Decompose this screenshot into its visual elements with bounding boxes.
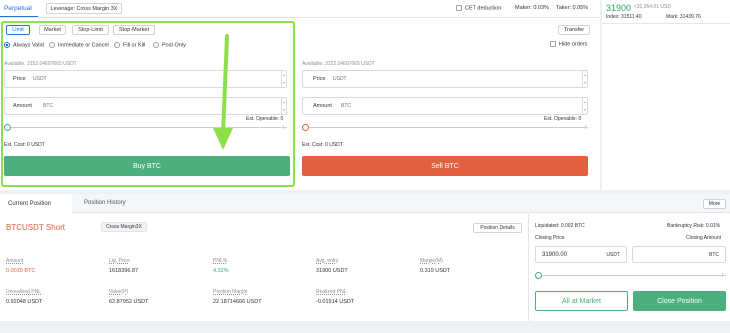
sell-slider-track[interactable] bbox=[306, 127, 588, 128]
position-field-label: Position Margin bbox=[213, 289, 248, 295]
more-label: More bbox=[708, 201, 721, 207]
position-field-label: Unrealized PNL bbox=[6, 289, 42, 295]
close-slider-handle[interactable] bbox=[535, 272, 542, 279]
sell-amount-input[interactable] bbox=[341, 98, 582, 114]
sell-available: Available: 3152.04607665 USDT bbox=[302, 61, 375, 67]
position-field-label: Avg. entry bbox=[316, 258, 339, 264]
position-field-value: 0.0020 BTC bbox=[6, 268, 36, 274]
sell-price-field[interactable]: Price ▲▼ bbox=[302, 70, 588, 88]
tab-current-position-label: Current Position bbox=[8, 200, 52, 207]
ticker-divider bbox=[602, 23, 730, 24]
closing-amount-label: Closing Amount bbox=[686, 235, 722, 241]
position-field-value: 0.319 USDT bbox=[420, 268, 451, 274]
sell-slider-handle[interactable] bbox=[302, 124, 309, 131]
arrow-down-icon bbox=[213, 34, 233, 150]
closing-price-label: Closing Price bbox=[535, 235, 565, 241]
cet-deduction[interactable]: CET deduction bbox=[456, 5, 501, 11]
position-field-label: Value(P) bbox=[109, 289, 129, 295]
sell-button-label: Sell BTC bbox=[431, 162, 459, 170]
closing-amount-unit: BTC bbox=[709, 251, 719, 258]
closing-price-value[interactable]: 31900.00 bbox=[542, 252, 567, 258]
sell-est-cost: Est. Cost: 0 USDT bbox=[302, 142, 343, 148]
position-field-value: 0.92048 USDT bbox=[6, 299, 43, 305]
all-at-market-button[interactable]: All at Market bbox=[535, 291, 628, 311]
more-button[interactable]: More bbox=[703, 199, 726, 209]
close-slider-tick bbox=[722, 273, 723, 277]
ticker-panel bbox=[602, 0, 730, 190]
highlight-box bbox=[1, 21, 295, 187]
margin-mode-label: Cross Margin3X bbox=[106, 224, 142, 230]
tab-position-history[interactable]: Position History bbox=[84, 200, 126, 206]
taker-fee: Taker: 0.05% bbox=[556, 5, 589, 11]
ticker-price-approx: ≈31,954.01 USD bbox=[634, 4, 671, 10]
sell-price-input[interactable] bbox=[333, 71, 582, 87]
position-field-label: Realized PNL bbox=[316, 289, 347, 295]
transfer-button[interactable]: Transfer bbox=[558, 25, 590, 35]
position-symbol: BTCUSDT Short bbox=[6, 223, 65, 232]
maker-fee: Maker: 0.03% bbox=[515, 5, 549, 11]
hide-orders-label: Hide orders bbox=[559, 41, 588, 48]
position-field-value: 31900 USDT bbox=[316, 268, 348, 274]
ticker-price: 31900 bbox=[606, 3, 632, 13]
tab-perpetual[interactable]: Perpetual bbox=[4, 5, 32, 12]
bankruptcy-risk: Bankruptcy Risk: 0.01% bbox=[667, 223, 721, 229]
leverage-button[interactable]: Leverage: Cross Margin 3X bbox=[46, 3, 122, 14]
position-field-value: 4.32% bbox=[213, 268, 229, 274]
close-position-label: Close Position bbox=[657, 297, 702, 305]
sell-est-openable: Est. Openable: 0 bbox=[544, 116, 582, 122]
position-field-label: Margin(M) bbox=[420, 258, 443, 264]
tab-current-position[interactable]: Current Position bbox=[0, 194, 72, 213]
position-field-value: 1618396.87 bbox=[109, 268, 139, 274]
closing-price-unit: USDT bbox=[606, 251, 620, 258]
closing-price-field[interactable]: 31900.00 USDT bbox=[535, 246, 627, 263]
close-position-button[interactable]: Close Position bbox=[633, 291, 726, 311]
sell-amount-field[interactable]: Amount ▲▼ bbox=[302, 97, 588, 115]
position-field-value: 22.18714666 USDT bbox=[213, 299, 262, 305]
stepper-up-icon[interactable]: ▲ bbox=[583, 98, 587, 106]
position-details-button[interactable]: Position Details bbox=[473, 223, 522, 233]
sell-price-stepper[interactable]: ▲ ▼ bbox=[582, 71, 587, 87]
hide-orders[interactable]: Hide orders bbox=[550, 41, 587, 47]
ticker-index: Index: 31511.40 bbox=[606, 14, 642, 20]
closing-amount-field[interactable]: BTC bbox=[632, 246, 726, 263]
position-field-value: -0.01914 USDT bbox=[316, 299, 355, 305]
stepper-down-icon[interactable]: ▼ bbox=[583, 79, 587, 87]
sell-button[interactable]: Sell BTC bbox=[302, 156, 588, 176]
position-details-label: Position Details bbox=[480, 225, 515, 231]
leverage-label: Leverage: Cross Margin 3X bbox=[50, 5, 118, 12]
sell-slider-tick bbox=[585, 125, 586, 129]
positions-vdivider bbox=[528, 214, 529, 321]
position-field-label: Amount bbox=[6, 258, 24, 264]
cet-deduction-checkbox[interactable] bbox=[456, 5, 462, 11]
sell-price-label: Price bbox=[313, 76, 326, 82]
position-field-label: PNL% bbox=[213, 258, 228, 264]
all-at-market-label: All at Market bbox=[562, 297, 601, 305]
sell-amount-label: Amount bbox=[313, 103, 332, 109]
stepper-up-icon[interactable]: ▲ bbox=[583, 71, 587, 79]
ticker-mark: Mark: 31439.76 bbox=[666, 14, 701, 20]
position-field-value: 62.87952 USDT bbox=[109, 299, 149, 305]
close-slider-track[interactable] bbox=[539, 275, 726, 276]
sell-amount-stepper[interactable]: ▲ ▼ bbox=[582, 98, 587, 114]
header-divider bbox=[0, 17, 600, 18]
liquidated: Liquidated: 0.002 BTC bbox=[535, 223, 585, 229]
cet-deduction-label: CET deduction bbox=[465, 5, 502, 12]
stepper-down-icon[interactable]: ▼ bbox=[583, 106, 587, 114]
hide-orders-checkbox[interactable] bbox=[550, 41, 556, 47]
margin-mode-badge: Cross Margin3X bbox=[101, 222, 147, 232]
position-field-label: Liq. Price bbox=[109, 258, 130, 264]
transfer-label: Transfer bbox=[563, 27, 585, 33]
